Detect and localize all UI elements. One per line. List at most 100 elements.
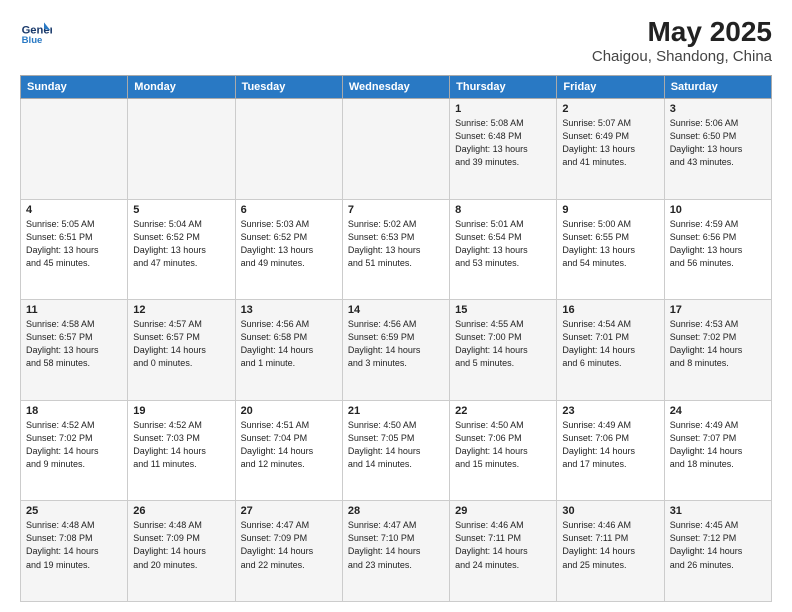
day-number: 22 [455, 405, 551, 417]
calendar-cell: 12 Sunrise: 4:57 AM Sunset: 6:57 PM Dayli… [128, 300, 235, 401]
day-info: Sunrise: 4:45 AM Sunset: 7:12 PM Dayligh… [670, 519, 766, 571]
day-info: Sunrise: 4:49 AM Sunset: 7:06 PM Dayligh… [562, 419, 658, 471]
day-number: 14 [348, 304, 444, 316]
calendar-cell: 19Sunrise: 4:52 AM Sunset: 7:03 PM Dayli… [128, 400, 235, 501]
day-info: Sunrise: 5:01 AM Sunset: 6:54 PM Dayligh… [455, 218, 551, 270]
svg-text:Blue: Blue [22, 35, 43, 46]
calendar-cell [21, 99, 128, 200]
calendar-cell: 4 Sunrise: 5:05 AM Sunset: 6:51 PM Daylig… [21, 199, 128, 300]
calendar-cell: 17 Sunrise: 4:53 AM Sunset: 7:02 PM Dayli… [664, 300, 771, 401]
day-number: 27 [241, 505, 337, 517]
day-number: 25 [26, 505, 122, 517]
calendar-cell: 27 Sunrise: 4:47 AM Sunset: 7:09 PM Dayli… [235, 501, 342, 602]
day-info: Sunrise: 5:02 AM Sunset: 6:53 PM Dayligh… [348, 218, 444, 270]
calendar-cell: 21Sunrise: 4:50 AM Sunset: 7:05 PM Dayli… [342, 400, 449, 501]
calendar-cell: 7 Sunrise: 5:02 AM Sunset: 6:53 PM Daylig… [342, 199, 449, 300]
title-block: May 2025 Chaigou, Shandong, China [592, 16, 772, 65]
weekday-header: Wednesday [342, 76, 449, 99]
day-number: 9 [562, 204, 658, 216]
day-info: Sunrise: 4:50 AM Sunset: 7:06 PM Dayligh… [455, 419, 551, 471]
calendar-cell: 31Sunrise: 4:45 AM Sunset: 7:12 PM Dayli… [664, 501, 771, 602]
day-info: Sunrise: 5:08 AM Sunset: 6:48 PM Dayligh… [455, 117, 551, 169]
calendar-cell: 10 Sunrise: 4:59 AM Sunset: 6:56 PM Dayli… [664, 199, 771, 300]
day-info: Sunrise: 4:55 AM Sunset: 7:00 PM Dayligh… [455, 318, 551, 370]
day-info: Sunrise: 5:04 AM Sunset: 6:52 PM Dayligh… [133, 218, 229, 270]
weekday-header: Sunday [21, 76, 128, 99]
day-info: Sunrise: 5:06 AM Sunset: 6:50 PM Dayligh… [670, 117, 766, 169]
weekday-header: Thursday [450, 76, 557, 99]
weekday-header: Friday [557, 76, 664, 99]
day-info: Sunrise: 5:00 AM Sunset: 6:55 PM Dayligh… [562, 218, 658, 270]
day-info: Sunrise: 4:52 AM Sunset: 7:02 PM Dayligh… [26, 419, 122, 471]
day-info: Sunrise: 4:50 AM Sunset: 7:05 PM Dayligh… [348, 419, 444, 471]
logo: General Blue [20, 16, 56, 48]
calendar-cell: 6 Sunrise: 5:03 AM Sunset: 6:52 PM Daylig… [235, 199, 342, 300]
day-number: 1 [455, 103, 551, 115]
calendar-cell [235, 99, 342, 200]
day-number: 26 [133, 505, 229, 517]
weekday-header: Saturday [664, 76, 771, 99]
header: General Blue May 2025 Chaigou, Shandong,… [20, 16, 772, 65]
day-info: Sunrise: 4:49 AM Sunset: 7:07 PM Dayligh… [670, 419, 766, 471]
calendar-cell [342, 99, 449, 200]
day-number: 20 [241, 405, 337, 417]
day-info: Sunrise: 4:48 AM Sunset: 7:09 PM Dayligh… [133, 519, 229, 571]
day-info: Sunrise: 5:03 AM Sunset: 6:52 PM Dayligh… [241, 218, 337, 270]
calendar-cell: 22 Sunrise: 4:50 AM Sunset: 7:06 PM Dayli… [450, 400, 557, 501]
calendar-cell: 29 Sunrise: 4:46 AM Sunset: 7:11 PM Dayli… [450, 501, 557, 602]
calendar-cell: 11Sunrise: 4:58 AM Sunset: 6:57 PM Dayli… [21, 300, 128, 401]
day-info: Sunrise: 4:53 AM Sunset: 7:02 PM Dayligh… [670, 318, 766, 370]
weekday-header: Tuesday [235, 76, 342, 99]
day-number: 16 [562, 304, 658, 316]
day-info: Sunrise: 4:58 AM Sunset: 6:57 PM Dayligh… [26, 318, 122, 370]
day-number: 10 [670, 204, 766, 216]
day-info: Sunrise: 4:51 AM Sunset: 7:04 PM Dayligh… [241, 419, 337, 471]
day-number: 29 [455, 505, 551, 517]
day-info: Sunrise: 4:56 AM Sunset: 6:59 PM Dayligh… [348, 318, 444, 370]
day-number: 3 [670, 103, 766, 115]
day-info: Sunrise: 4:57 AM Sunset: 6:57 PM Dayligh… [133, 318, 229, 370]
day-number: 15 [455, 304, 551, 316]
day-number: 30 [562, 505, 658, 517]
day-info: Sunrise: 5:07 AM Sunset: 6:49 PM Dayligh… [562, 117, 658, 169]
day-number: 19 [133, 405, 229, 417]
day-number: 4 [26, 204, 122, 216]
day-number: 23 [562, 405, 658, 417]
calendar-cell: 30 Sunrise: 4:46 AM Sunset: 7:11 PM Dayli… [557, 501, 664, 602]
day-number: 18 [26, 405, 122, 417]
calendar-cell: 15 Sunrise: 4:55 AM Sunset: 7:00 PM Dayli… [450, 300, 557, 401]
day-number: 12 [133, 304, 229, 316]
weekday-header: Monday [128, 76, 235, 99]
calendar-cell: 18 Sunrise: 4:52 AM Sunset: 7:02 PM Dayli… [21, 400, 128, 501]
calendar-cell: 5 Sunrise: 5:04 AM Sunset: 6:52 PM Daylig… [128, 199, 235, 300]
day-info: Sunrise: 4:59 AM Sunset: 6:56 PM Dayligh… [670, 218, 766, 270]
calendar-cell: 2 Sunrise: 5:07 AM Sunset: 6:49 PM Daylig… [557, 99, 664, 200]
logo-icon: General Blue [20, 16, 52, 48]
day-info: Sunrise: 4:56 AM Sunset: 6:58 PM Dayligh… [241, 318, 337, 370]
day-info: Sunrise: 4:47 AM Sunset: 7:10 PM Dayligh… [348, 519, 444, 571]
day-number: 7 [348, 204, 444, 216]
calendar-cell [128, 99, 235, 200]
calendar-cell: 16 Sunrise: 4:54 AM Sunset: 7:01 PM Dayli… [557, 300, 664, 401]
page-title: May 2025 [592, 16, 772, 48]
day-info: Sunrise: 5:05 AM Sunset: 6:51 PM Dayligh… [26, 218, 122, 270]
day-number: 5 [133, 204, 229, 216]
calendar-cell: 20 Sunrise: 4:51 AM Sunset: 7:04 PM Dayli… [235, 400, 342, 501]
calendar-cell: 24 Sunrise: 4:49 AM Sunset: 7:07 PM Dayli… [664, 400, 771, 501]
day-number: 17 [670, 304, 766, 316]
calendar-table: SundayMondayTuesdayWednesdayThursdayFrid… [20, 75, 772, 602]
calendar-cell: 3 Sunrise: 5:06 AM Sunset: 6:50 PM Daylig… [664, 99, 771, 200]
page: General Blue May 2025 Chaigou, Shandong,… [0, 0, 792, 612]
calendar-cell: 23 Sunrise: 4:49 AM Sunset: 7:06 PM Dayli… [557, 400, 664, 501]
day-number: 2 [562, 103, 658, 115]
day-info: Sunrise: 4:46 AM Sunset: 7:11 PM Dayligh… [562, 519, 658, 571]
day-info: Sunrise: 4:47 AM Sunset: 7:09 PM Dayligh… [241, 519, 337, 571]
day-info: Sunrise: 4:54 AM Sunset: 7:01 PM Dayligh… [562, 318, 658, 370]
day-number: 28 [348, 505, 444, 517]
day-number: 8 [455, 204, 551, 216]
day-info: Sunrise: 4:46 AM Sunset: 7:11 PM Dayligh… [455, 519, 551, 571]
day-number: 6 [241, 204, 337, 216]
day-number: 24 [670, 405, 766, 417]
calendar-cell: 8 Sunrise: 5:01 AM Sunset: 6:54 PM Daylig… [450, 199, 557, 300]
calendar-cell: 25Sunrise: 4:48 AM Sunset: 7:08 PM Dayli… [21, 501, 128, 602]
